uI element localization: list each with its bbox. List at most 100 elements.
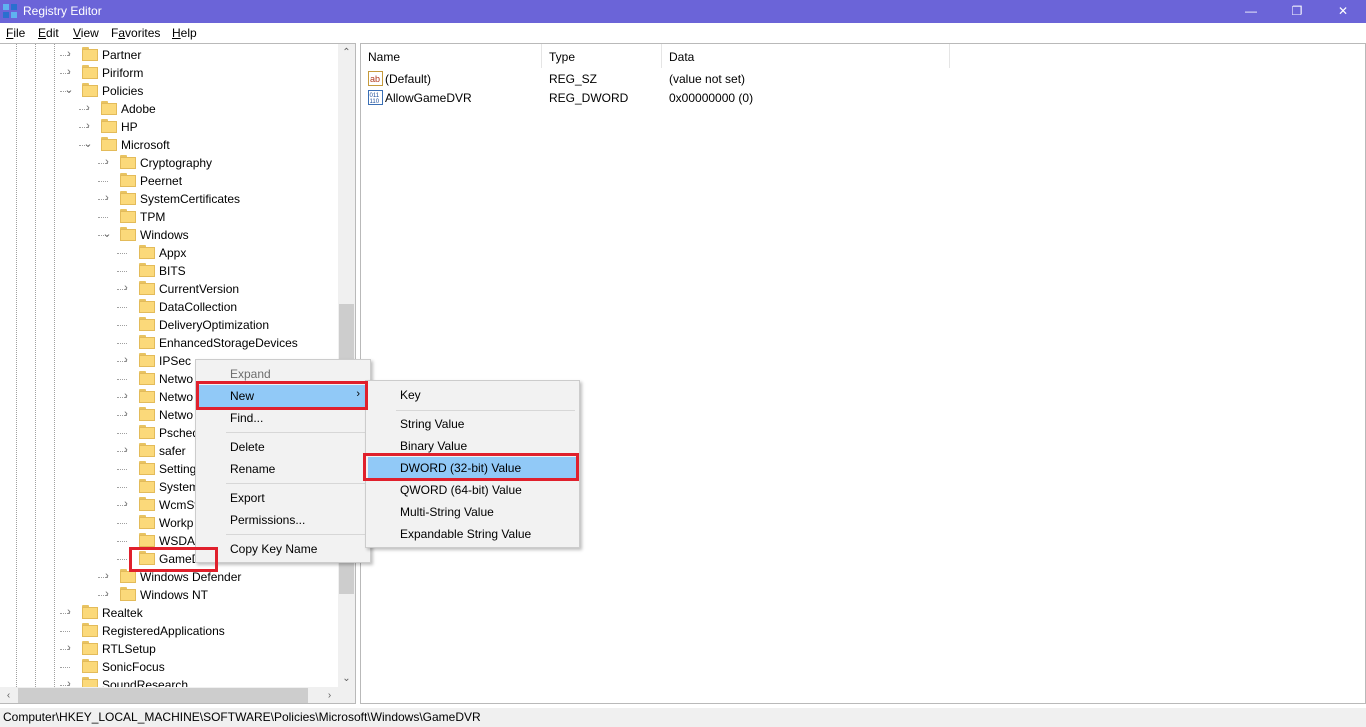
menu-item-expandable-string-value[interactable]: Expandable String Value	[368, 523, 577, 545]
menu-item-delete[interactable]: Delete	[198, 436, 368, 458]
expand-icon[interactable]: ›	[121, 444, 131, 456]
expand-icon[interactable]: ›	[102, 156, 112, 168]
expand-icon[interactable]: ›	[83, 102, 93, 114]
binary-value-icon: 011 110	[368, 90, 383, 105]
registry-editor-icon	[3, 4, 17, 18]
menu-item-rename[interactable]: Rename	[198, 458, 368, 480]
tree-node-label: Windows	[140, 228, 189, 242]
collapse-icon[interactable]: ⌄	[83, 138, 93, 150]
tree-node[interactable]: › CurrentVersion	[0, 280, 338, 298]
tree-node[interactable]: DeliveryOptimization	[0, 316, 338, 334]
menu-item-expand[interactable]: Expand	[198, 363, 368, 385]
column-header-data[interactable]: Data	[662, 44, 950, 68]
menu-item-permissions[interactable]: Permissions...	[198, 509, 368, 531]
tree-node[interactable]: › Realtek	[0, 604, 338, 622]
tree-node-label: TPM	[140, 210, 166, 224]
tree-node-label: Microsoft	[121, 138, 170, 152]
tree-node[interactable]: › Windows Defender	[0, 568, 338, 586]
expand-icon[interactable]: ›	[121, 354, 131, 366]
tree-node[interactable]: ⌄ Policies	[0, 82, 338, 100]
expand-icon[interactable]: ›	[121, 282, 131, 294]
tree-node[interactable]: EnhancedStorageDevices	[0, 334, 338, 352]
menu-item-binary-value[interactable]: Binary Value	[368, 435, 577, 457]
scroll-corner	[338, 687, 355, 703]
menu-file[interactable]: File	[6, 26, 25, 40]
tree-horizontal-scrollbar[interactable]: ‹ ›	[0, 687, 338, 703]
tree-node[interactable]: ⌄ Windows	[0, 226, 338, 244]
scroll-left-arrow-icon[interactable]: ‹	[0, 687, 17, 703]
menu-item-find[interactable]: Find...	[198, 407, 368, 429]
expand-icon[interactable]: ›	[83, 120, 93, 132]
close-button[interactable]: ✕	[1320, 0, 1366, 23]
tree-node[interactable]: TPM	[0, 208, 338, 226]
folder-icon	[101, 137, 117, 151]
expand-icon[interactable]: ›	[121, 390, 131, 402]
tree-node[interactable]: › Piriform	[0, 64, 338, 82]
tree-node-label: Netwo	[159, 390, 194, 404]
menu-view[interactable]: View	[73, 26, 99, 40]
menu-edit[interactable]: Edit	[38, 26, 59, 40]
tree-node[interactable]: SonicFocus	[0, 658, 338, 676]
tree-node[interactable]: › Windows NT	[0, 586, 338, 604]
scroll-right-arrow-icon[interactable]: ›	[321, 687, 338, 703]
minimize-button[interactable]: —	[1228, 0, 1274, 23]
value-row[interactable]: ab (Default) REG_SZ (value not set)	[361, 69, 1261, 88]
tree-node[interactable]: DataCollection	[0, 298, 338, 316]
expand-icon[interactable]: ›	[102, 570, 112, 582]
expand-icon[interactable]: ›	[102, 588, 112, 600]
menu-item-copy-key-name[interactable]: Copy Key Name	[198, 538, 368, 560]
expand-icon[interactable]: ›	[121, 498, 131, 510]
menu-favorites[interactable]: Favorites	[111, 26, 160, 40]
column-header-type[interactable]: Type	[542, 44, 662, 68]
tree-node[interactable]: › HP	[0, 118, 338, 136]
tree-node[interactable]: › SystemCertificates	[0, 190, 338, 208]
tree-node[interactable]: Appx	[0, 244, 338, 262]
tree-node-label: CurrentVersion	[159, 282, 240, 296]
tree-node-label: System	[159, 480, 200, 494]
restore-button[interactable]: ❐	[1274, 0, 1320, 23]
menu-item-new[interactable]: New ›	[198, 385, 368, 407]
values-list-pane[interactable]: Name Type Data ab (Default) REG_SZ (valu…	[360, 43, 1366, 704]
expand-icon[interactable]: ›	[121, 408, 131, 420]
tree-node[interactable]: BITS	[0, 262, 338, 280]
expand-icon[interactable]: ›	[64, 606, 74, 618]
tree-node-label: IPSec	[159, 354, 192, 368]
tree-node-label: RTLSetup	[102, 642, 156, 656]
expand-icon[interactable]: ›	[102, 192, 112, 204]
horizontal-scroll-thumb[interactable]	[18, 688, 308, 703]
status-bar: Computer\HKEY_LOCAL_MACHINE\SOFTWARE\Pol…	[0, 708, 1366, 727]
collapse-icon[interactable]: ⌄	[64, 84, 74, 96]
menu-help[interactable]: Help	[172, 26, 197, 40]
tree-node[interactable]: › Adobe	[0, 100, 338, 118]
expand-icon[interactable]: ›	[64, 66, 74, 78]
collapse-icon[interactable]: ⌄	[102, 228, 112, 240]
expand-icon[interactable]: ›	[64, 678, 74, 687]
tree-node[interactable]: › Partner	[0, 46, 338, 64]
submenu-arrow-icon: ›	[356, 388, 360, 400]
tree-node-label: Appx	[159, 246, 187, 260]
menu-item-qword-value[interactable]: QWORD (64-bit) Value	[368, 479, 577, 501]
tree-node[interactable]: RegisteredApplications	[0, 622, 338, 640]
tree-node-label: HP	[121, 120, 138, 134]
expand-icon[interactable]: ›	[64, 48, 74, 60]
folder-icon	[120, 227, 136, 241]
value-row[interactable]: 011 110 AllowGameDVR REG_DWORD 0x0000000…	[361, 88, 1261, 107]
scroll-up-arrow-icon[interactable]: ⌃	[338, 44, 355, 61]
tree-node[interactable]: › RTLSetup	[0, 640, 338, 658]
scroll-down-arrow-icon[interactable]: ⌄	[338, 670, 355, 687]
tree-node[interactable]: Peernet	[0, 172, 338, 190]
menu-item-export[interactable]: Export	[198, 487, 368, 509]
menu-item-key[interactable]: Key	[368, 384, 577, 406]
folder-icon	[139, 461, 155, 475]
tree-node[interactable]: › Cryptography	[0, 154, 338, 172]
tree-node-label: Workp	[159, 516, 194, 530]
menu-item-string-value[interactable]: String Value	[368, 413, 577, 435]
column-header-name[interactable]: Name	[361, 44, 542, 68]
menu-item-multi-string-value[interactable]: Multi-String Value	[368, 501, 577, 523]
tree-node[interactable]: ⌄ Microsoft	[0, 136, 338, 154]
tree-node[interactable]: › SoundResearch	[0, 676, 338, 687]
menu-item-dword-value[interactable]: DWORD (32-bit) Value	[368, 457, 577, 479]
expand-icon[interactable]: ›	[64, 642, 74, 654]
